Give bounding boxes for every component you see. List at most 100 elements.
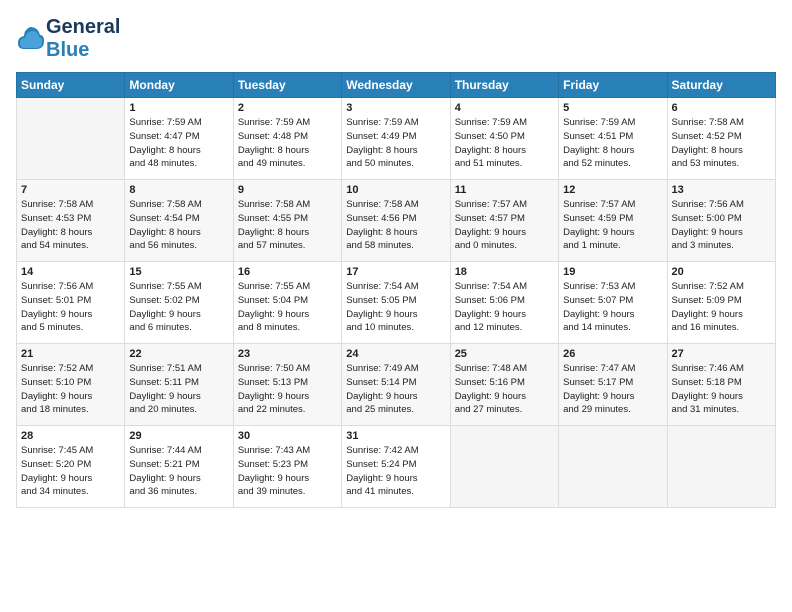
day-info: Sunrise: 7:46 AM Sunset: 5:18 PM Dayligh… — [672, 362, 771, 417]
day-info: Sunrise: 7:44 AM Sunset: 5:21 PM Dayligh… — [129, 444, 228, 499]
day-cell: 29 Sunrise: 7:44 AM Sunset: 5:21 PM Dayli… — [125, 426, 233, 508]
page-container: General Blue SundayMondayTuesdayWednesda… — [0, 0, 792, 518]
day-info: Sunrise: 7:53 AM Sunset: 5:07 PM Dayligh… — [563, 280, 662, 335]
day-cell — [667, 426, 775, 508]
day-cell: 16 Sunrise: 7:55 AM Sunset: 5:04 PM Dayli… — [233, 262, 341, 344]
day-cell: 2 Sunrise: 7:59 AM Sunset: 4:48 PM Daylig… — [233, 98, 341, 180]
day-info: Sunrise: 7:54 AM Sunset: 5:06 PM Dayligh… — [455, 280, 554, 335]
day-cell: 28 Sunrise: 7:45 AM Sunset: 5:20 PM Dayli… — [17, 426, 125, 508]
logo: General Blue — [16, 16, 120, 62]
day-info: Sunrise: 7:42 AM Sunset: 5:24 PM Dayligh… — [346, 444, 445, 499]
calendar-table: SundayMondayTuesdayWednesdayThursdayFrid… — [16, 72, 776, 508]
day-number: 9 — [238, 184, 337, 196]
day-info: Sunrise: 7:55 AM Sunset: 5:04 PM Dayligh… — [238, 280, 337, 335]
weekday-header-tuesday: Tuesday — [233, 73, 341, 98]
day-number: 11 — [455, 184, 554, 196]
week-row-1: 1 Sunrise: 7:59 AM Sunset: 4:47 PM Daylig… — [17, 98, 776, 180]
day-number: 13 — [672, 184, 771, 196]
week-row-2: 7 Sunrise: 7:58 AM Sunset: 4:53 PM Daylig… — [17, 180, 776, 262]
weekday-header-row: SundayMondayTuesdayWednesdayThursdayFrid… — [17, 73, 776, 98]
day-info: Sunrise: 7:59 AM Sunset: 4:47 PM Dayligh… — [129, 116, 228, 171]
day-info: Sunrise: 7:54 AM Sunset: 5:05 PM Dayligh… — [346, 280, 445, 335]
day-number: 21 — [21, 348, 120, 360]
weekday-header-thursday: Thursday — [450, 73, 558, 98]
day-number: 12 — [563, 184, 662, 196]
day-info: Sunrise: 7:58 AM Sunset: 4:52 PM Dayligh… — [672, 116, 771, 171]
day-cell: 13 Sunrise: 7:56 AM Sunset: 5:00 PM Dayli… — [667, 180, 775, 262]
day-cell: 26 Sunrise: 7:47 AM Sunset: 5:17 PM Dayli… — [559, 344, 667, 426]
day-number: 31 — [346, 430, 445, 442]
day-number: 15 — [129, 266, 228, 278]
day-number: 5 — [563, 102, 662, 114]
day-cell — [17, 98, 125, 180]
day-cell: 20Sunrise: 7:52 AM Sunset: 5:09 PM Dayli… — [667, 262, 775, 344]
day-cell: 6 Sunrise: 7:58 AM Sunset: 4:52 PM Daylig… — [667, 98, 775, 180]
day-info: Sunrise: 7:56 AM Sunset: 5:00 PM Dayligh… — [672, 198, 771, 253]
day-number: 23 — [238, 348, 337, 360]
day-info: Sunrise: 7:57 AM Sunset: 4:57 PM Dayligh… — [455, 198, 554, 253]
day-number: 4 — [455, 102, 554, 114]
day-cell: 15 Sunrise: 7:55 AM Sunset: 5:02 PM Dayli… — [125, 262, 233, 344]
day-info: Sunrise: 7:57 AM Sunset: 4:59 PM Dayligh… — [563, 198, 662, 253]
day-info: Sunrise: 7:56 AM Sunset: 5:01 PM Dayligh… — [21, 280, 120, 335]
day-number: 26 — [563, 348, 662, 360]
day-info: Sunrise: 7:59 AM Sunset: 4:48 PM Dayligh… — [238, 116, 337, 171]
day-number: 24 — [346, 348, 445, 360]
week-row-3: 14 Sunrise: 7:56 AM Sunset: 5:01 PM Dayli… — [17, 262, 776, 344]
day-info: Sunrise: 7:43 AM Sunset: 5:23 PM Dayligh… — [238, 444, 337, 499]
day-cell: 25Sunrise: 7:48 AM Sunset: 5:16 PM Dayli… — [450, 344, 558, 426]
day-number: 18 — [455, 266, 554, 278]
weekday-header-wednesday: Wednesday — [342, 73, 450, 98]
day-number: 28 — [21, 430, 120, 442]
day-info: Sunrise: 7:55 AM Sunset: 5:02 PM Dayligh… — [129, 280, 228, 335]
day-info: Sunrise: 7:50 AM Sunset: 5:13 PM Dayligh… — [238, 362, 337, 417]
day-cell: 7 Sunrise: 7:58 AM Sunset: 4:53 PM Daylig… — [17, 180, 125, 262]
day-info: Sunrise: 7:59 AM Sunset: 4:51 PM Dayligh… — [563, 116, 662, 171]
day-cell: 23 Sunrise: 7:50 AM Sunset: 5:13 PM Dayli… — [233, 344, 341, 426]
day-number: 29 — [129, 430, 228, 442]
week-row-4: 21 Sunrise: 7:52 AM Sunset: 5:10 PM Dayli… — [17, 344, 776, 426]
day-number: 1 — [129, 102, 228, 114]
day-number: 14 — [21, 266, 120, 278]
day-number: 6 — [672, 102, 771, 114]
day-cell: 17Sunrise: 7:54 AM Sunset: 5:05 PM Dayli… — [342, 262, 450, 344]
weekday-header-saturday: Saturday — [667, 73, 775, 98]
day-info: Sunrise: 7:52 AM Sunset: 5:10 PM Dayligh… — [21, 362, 120, 417]
day-number: 19 — [563, 266, 662, 278]
day-cell: 8Sunrise: 7:58 AM Sunset: 4:54 PM Daylig… — [125, 180, 233, 262]
day-info: Sunrise: 7:45 AM Sunset: 5:20 PM Dayligh… — [21, 444, 120, 499]
day-cell: 21 Sunrise: 7:52 AM Sunset: 5:10 PM Dayli… — [17, 344, 125, 426]
day-cell: 12 Sunrise: 7:57 AM Sunset: 4:59 PM Dayli… — [559, 180, 667, 262]
week-row-5: 28 Sunrise: 7:45 AM Sunset: 5:20 PM Dayli… — [17, 426, 776, 508]
day-cell: 22Sunrise: 7:51 AM Sunset: 5:11 PM Dayli… — [125, 344, 233, 426]
day-number: 8 — [129, 184, 228, 196]
day-number: 30 — [238, 430, 337, 442]
day-number: 27 — [672, 348, 771, 360]
day-number: 16 — [238, 266, 337, 278]
header: General Blue — [16, 16, 776, 62]
day-info: Sunrise: 7:51 AM Sunset: 5:11 PM Dayligh… — [129, 362, 228, 417]
day-number: 10 — [346, 184, 445, 196]
day-number: 3 — [346, 102, 445, 114]
day-cell: 3 Sunrise: 7:59 AM Sunset: 4:49 PM Daylig… — [342, 98, 450, 180]
day-info: Sunrise: 7:49 AM Sunset: 5:14 PM Dayligh… — [346, 362, 445, 417]
day-cell: 18 Sunrise: 7:54 AM Sunset: 5:06 PM Dayli… — [450, 262, 558, 344]
day-number: 20 — [672, 266, 771, 278]
day-cell: 30 Sunrise: 7:43 AM Sunset: 5:23 PM Dayli… — [233, 426, 341, 508]
logo-text: General Blue — [46, 16, 120, 62]
day-info: Sunrise: 7:59 AM Sunset: 4:49 PM Dayligh… — [346, 116, 445, 171]
day-number: 25 — [455, 348, 554, 360]
day-cell: 10Sunrise: 7:58 AM Sunset: 4:56 PM Dayli… — [342, 180, 450, 262]
day-number: 2 — [238, 102, 337, 114]
day-info: Sunrise: 7:47 AM Sunset: 5:17 PM Dayligh… — [563, 362, 662, 417]
day-cell: 9Sunrise: 7:58 AM Sunset: 4:55 PM Daylig… — [233, 180, 341, 262]
day-info: Sunrise: 7:58 AM Sunset: 4:53 PM Dayligh… — [21, 198, 120, 253]
day-cell: 14 Sunrise: 7:56 AM Sunset: 5:01 PM Dayli… — [17, 262, 125, 344]
day-cell — [450, 426, 558, 508]
day-cell: 27 Sunrise: 7:46 AM Sunset: 5:18 PM Dayli… — [667, 344, 775, 426]
day-number: 7 — [21, 184, 120, 196]
day-cell: 19 Sunrise: 7:53 AM Sunset: 5:07 PM Dayli… — [559, 262, 667, 344]
weekday-header-monday: Monday — [125, 73, 233, 98]
weekday-header-friday: Friday — [559, 73, 667, 98]
day-cell: 5 Sunrise: 7:59 AM Sunset: 4:51 PM Daylig… — [559, 98, 667, 180]
